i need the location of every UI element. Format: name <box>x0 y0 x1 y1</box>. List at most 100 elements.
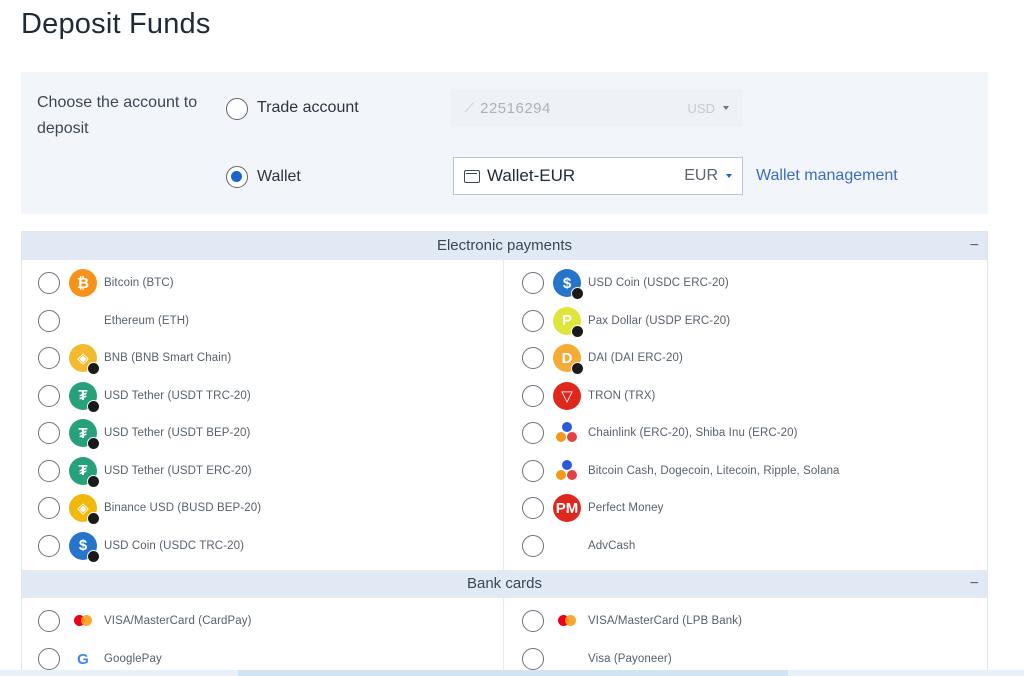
payment-method-option[interactable]: ◆ Ethereum (ETH) <box>38 305 189 337</box>
payment-method-radio[interactable] <box>38 384 60 407</box>
chevron-down-icon <box>726 174 732 178</box>
mastercard-icon <box>553 607 581 635</box>
payment-method-option[interactable]: Bitcoin Cash, Dogecoin, Litecoin, Ripple… <box>522 455 840 487</box>
multi-coin-icon <box>553 457 581 485</box>
payment-method-option[interactable]: $ USD Coin (USDC TRC-20) <box>38 530 245 563</box>
collapse-icon[interactable]: − <box>970 232 979 260</box>
dai-icon: D <box>553 344 584 375</box>
trade-account-select: ⟋ 22516294 USD <box>451 89 743 127</box>
busd-icon: ◈ <box>69 494 100 525</box>
bnb-icon: ◈ <box>69 344 100 375</box>
mastercard-icon <box>69 607 97 635</box>
payment-method-radio[interactable] <box>38 534 60 557</box>
payment-method-option[interactable]: ◈ BNB (BNB Smart Chain) <box>38 342 232 375</box>
payment-method-label: BNB (BNB Smart Chain) <box>104 352 232 364</box>
payment-method-label: Ethereum (ETH) <box>104 314 190 327</box>
payment-method-option[interactable]: A AdvCash <box>522 530 635 562</box>
payment-method-option[interactable]: VISA/MasterCard (CardPay) <box>38 605 252 637</box>
wallet-radio[interactable] <box>226 166 248 188</box>
trade-account-number: 22516294 <box>480 99 551 117</box>
column-divider <box>503 260 504 570</box>
payment-method-label: Visa (Payoneer) <box>588 653 672 665</box>
usdc-icon: $ <box>553 269 584 300</box>
page-title: Deposit Funds <box>21 8 211 40</box>
payment-method-label: USD Tether (USDT BEP-20) <box>104 427 251 439</box>
visa-icon: VISA <box>549 650 585 668</box>
section-title: Bank cards <box>466 575 543 592</box>
payment-method-radio[interactable] <box>522 534 544 557</box>
advcash-icon: A <box>561 537 573 554</box>
collapse-icon[interactable]: − <box>970 570 979 598</box>
payment-method-label: USD Coin (USDC TRC-20) <box>104 539 245 552</box>
scrollbar-thumb[interactable] <box>238 670 788 676</box>
payment-methods-list: Electronic payments − Bank cards − ₿ Bitc… <box>21 231 988 676</box>
horizontal-scrollbar[interactable] <box>0 670 1024 676</box>
column-divider <box>503 598 504 676</box>
payment-method-option[interactable]: Chainlink (ERC-20), Shiba Inu (ERC-20) <box>522 417 798 449</box>
payment-method-option[interactable]: D DAI (DAI ERC-20) <box>522 342 683 375</box>
multi-coin-icon <box>553 419 581 447</box>
payment-method-radio[interactable] <box>38 459 60 482</box>
payment-method-label: Perfect Money <box>588 502 664 514</box>
payment-method-option[interactable]: ₮ USD Tether (USDT ERC-20) <box>38 455 252 488</box>
payment-method-label: VISA/MasterCard (LPB Bank) <box>588 615 743 627</box>
payment-method-radio[interactable] <box>38 347 60 369</box>
payment-method-radio[interactable] <box>38 272 60 294</box>
payment-method-label: USD Tether (USDT TRC-20) <box>104 389 251 402</box>
payment-method-option[interactable]: VISA/MasterCard (LPB Bank) <box>522 605 742 637</box>
payment-method-radio[interactable] <box>522 648 544 670</box>
perfect-money-icon: PM <box>553 494 581 522</box>
payment-method-label: Pax Dollar (USDP ERC-20) <box>588 314 731 327</box>
payment-method-label: AdvCash <box>588 539 636 552</box>
payment-method-radio[interactable] <box>522 422 544 444</box>
bitcoin-icon: ₿ <box>69 269 97 297</box>
tether-icon: ₮ <box>69 381 100 413</box>
payment-method-label: VISA/MasterCard (CardPay) <box>104 615 252 627</box>
payment-method-option[interactable]: ▽ TRON (TRX) <box>522 380 655 412</box>
tether-icon: ₮ <box>69 456 100 488</box>
payment-method-radio[interactable] <box>522 347 544 369</box>
trade-account-radio[interactable] <box>226 98 248 120</box>
section-title: Electronic payments <box>436 237 573 254</box>
wallet-management-link[interactable]: Wallet management <box>756 167 898 185</box>
wallet-select[interactable]: Wallet-EUR EUR <box>453 157 743 195</box>
payment-method-option[interactable]: PM Perfect Money <box>522 492 663 524</box>
usdc-icon: $ <box>69 531 100 563</box>
payment-method-label: Chainlink (ERC-20), Shiba Inu (ERC-20) <box>588 427 798 439</box>
payment-method-radio[interactable] <box>522 610 544 632</box>
payment-method-radio[interactable] <box>38 648 60 670</box>
chevron-down-icon <box>723 106 729 110</box>
payment-method-label: USD Coin (USDC ERC-20) <box>588 277 729 289</box>
payment-method-option[interactable]: ₮ USD Tether (USDT BEP-20) <box>38 417 251 450</box>
payment-method-radio[interactable] <box>522 309 544 332</box>
payment-method-label: Bitcoin (BTC) <box>104 277 174 289</box>
ethereum-icon: ◆ <box>77 312 89 330</box>
payment-method-option[interactable]: ₮ USD Tether (USDT TRC-20) <box>38 380 251 413</box>
payment-method-radio[interactable] <box>522 497 544 519</box>
electronic-payments-header[interactable]: Electronic payments − <box>22 232 987 260</box>
payment-method-radio[interactable] <box>522 384 544 407</box>
payment-method-option[interactable]: ₿ Bitcoin (BTC) <box>38 267 174 299</box>
payment-method-option[interactable]: ◈ Binance USD (BUSD BEP-20) <box>38 492 262 525</box>
payment-method-radio[interactable] <box>38 309 60 332</box>
payment-method-radio[interactable] <box>38 422 60 444</box>
payment-method-label: Binance USD (BUSD BEP-20) <box>104 502 262 514</box>
tron-icon: ▽ <box>553 381 581 410</box>
payment-method-radio[interactable] <box>38 497 60 519</box>
account-selection-panel: Choose the account to deposit Trade acco… <box>21 72 988 214</box>
payment-method-option[interactable]: $ USD Coin (USDC ERC-20) <box>522 267 729 300</box>
tether-icon: ₮ <box>69 419 100 450</box>
pax-dollar-icon: P <box>553 306 584 338</box>
bank-cards-header[interactable]: Bank cards − <box>22 570 987 598</box>
trend-icon: ⟋ <box>465 100 475 115</box>
payment-method-label: DAI (DAI ERC-20) <box>588 352 683 364</box>
payment-method-radio[interactable] <box>522 272 544 294</box>
payment-method-radio[interactable] <box>38 610 60 632</box>
google-icon: G <box>77 650 89 668</box>
payment-method-radio[interactable] <box>522 459 544 482</box>
wallet-selected-value: Wallet-EUR <box>487 166 576 185</box>
payment-method-option[interactable]: P Pax Dollar (USDP ERC-20) <box>522 305 731 338</box>
wallet-currency: EUR <box>684 167 718 184</box>
payment-method-label: USD Tether (USDT ERC-20) <box>104 464 252 477</box>
payment-method-label: GooglePay <box>104 653 162 665</box>
